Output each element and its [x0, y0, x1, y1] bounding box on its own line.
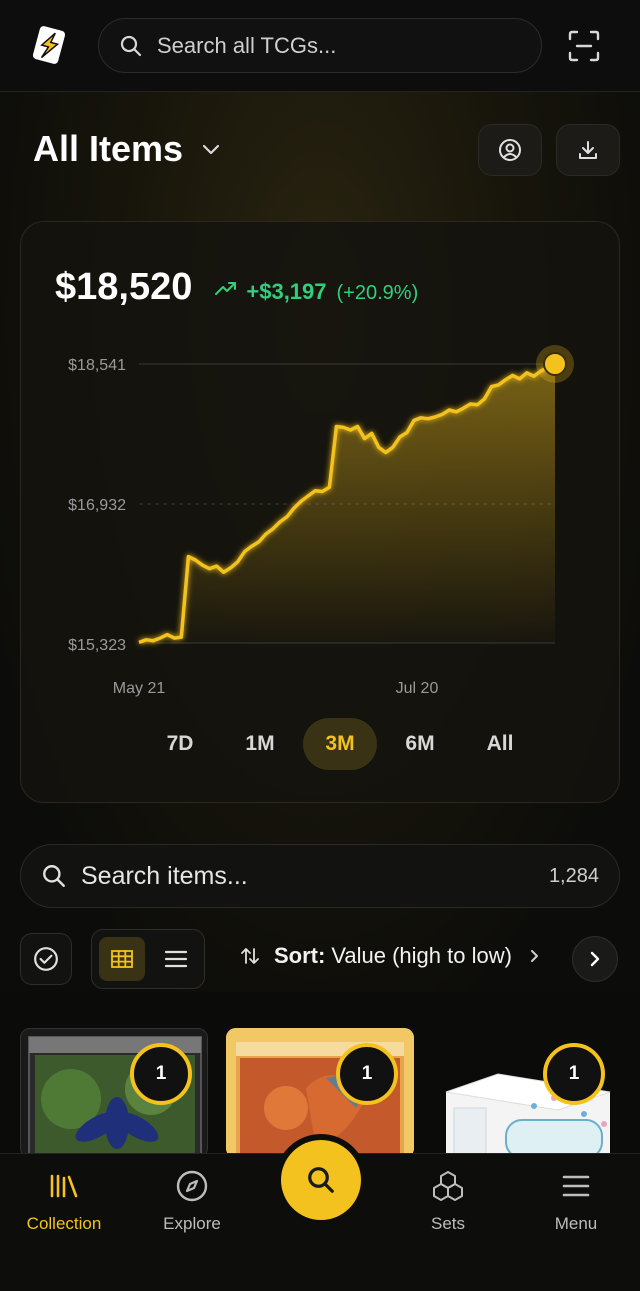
- chart-endpoint-dot: [543, 352, 567, 376]
- sort-label: Sort:: [274, 943, 326, 968]
- logo-icon[interactable]: [30, 24, 68, 66]
- range-6m[interactable]: 6M: [383, 718, 457, 770]
- global-search-placeholder: Search all TCGs...: [157, 32, 337, 58]
- list-icon: [165, 950, 187, 968]
- chart-area: [139, 364, 555, 643]
- y-tick-mid: $16,932: [68, 497, 126, 514]
- list-view-button[interactable]: [154, 937, 198, 981]
- range-7d[interactable]: 7D: [143, 718, 217, 770]
- items-count: 1,284: [548, 864, 599, 887]
- portfolio-chart[interactable]: $18,541 $16,932 $15,323 May 21 Jul 20: [21, 222, 621, 712]
- user-circle-icon: [499, 139, 521, 161]
- scroll-right-button[interactable]: [572, 936, 618, 982]
- time-range-selector: 7D 1M 3M 6M All: [143, 718, 537, 770]
- x-tick-end: Jul 20: [396, 680, 439, 697]
- range-1m[interactable]: 1M: [223, 718, 297, 770]
- top-bar: Search all TCGs...: [0, 0, 640, 92]
- quantity-badge: 1: [543, 1043, 605, 1105]
- download-icon: [579, 141, 597, 159]
- grid-icon: [111, 950, 133, 968]
- profile-button[interactable]: [478, 124, 542, 176]
- view-toggle: [91, 929, 205, 989]
- y-tick-bottom: $15,323: [68, 637, 126, 654]
- nav-sets[interactable]: Sets: [388, 1168, 508, 1234]
- nav-explore-label: Explore: [163, 1214, 221, 1233]
- range-all[interactable]: All: [463, 718, 537, 770]
- grid-view-button[interactable]: [99, 937, 145, 981]
- download-button[interactable]: [556, 124, 620, 176]
- sort-dropdown[interactable]: Sort: Value (high to low): [240, 943, 542, 969]
- nav-collection[interactable]: Collection: [4, 1168, 124, 1234]
- search-icon: [43, 865, 65, 887]
- chevron-down-icon: [202, 144, 220, 155]
- page-title: All Items: [33, 128, 184, 169]
- chevron-right-icon: [530, 950, 538, 962]
- global-search-input[interactable]: Search all TCGs...: [98, 18, 542, 73]
- items-search-placeholder: Search items...: [81, 861, 248, 890]
- page-title-dropdown[interactable]: All Items: [33, 128, 223, 170]
- nav-collection-label: Collection: [26, 1214, 102, 1233]
- nav-explore[interactable]: Explore: [132, 1168, 252, 1234]
- library-icon: [50, 1174, 78, 1198]
- items-search-input[interactable]: Search items... 1,284: [20, 844, 620, 908]
- sort-value: Value (high to low): [331, 943, 512, 968]
- scan-icon[interactable]: [566, 28, 602, 64]
- search-fab-button[interactable]: [281, 1140, 361, 1220]
- portfolio-chart-card: $18,520 +$3,197 (+20.9%) $18,541 $16,932…: [20, 221, 620, 803]
- search-icon: [120, 35, 142, 56]
- select-mode-button[interactable]: [20, 933, 72, 985]
- hamburger-icon: [562, 1175, 590, 1197]
- x-tick-start: May 21: [113, 680, 166, 697]
- nav-sets-label: Sets: [430, 1214, 466, 1233]
- compass-icon: [176, 1170, 208, 1202]
- y-tick-top: $18,541: [68, 357, 126, 374]
- range-3m[interactable]: 3M: [303, 718, 377, 770]
- chevron-right-icon: [590, 951, 600, 967]
- cubes-icon: [433, 1171, 463, 1201]
- quantity-badge: 1: [336, 1043, 398, 1105]
- search-icon: [308, 1167, 334, 1193]
- nav-menu-label: Menu: [554, 1214, 598, 1233]
- nav-menu[interactable]: Menu: [516, 1168, 636, 1234]
- check-circle-icon: [34, 947, 58, 971]
- sort-arrows-icon: [241, 948, 259, 964]
- quantity-badge: 1: [130, 1043, 192, 1105]
